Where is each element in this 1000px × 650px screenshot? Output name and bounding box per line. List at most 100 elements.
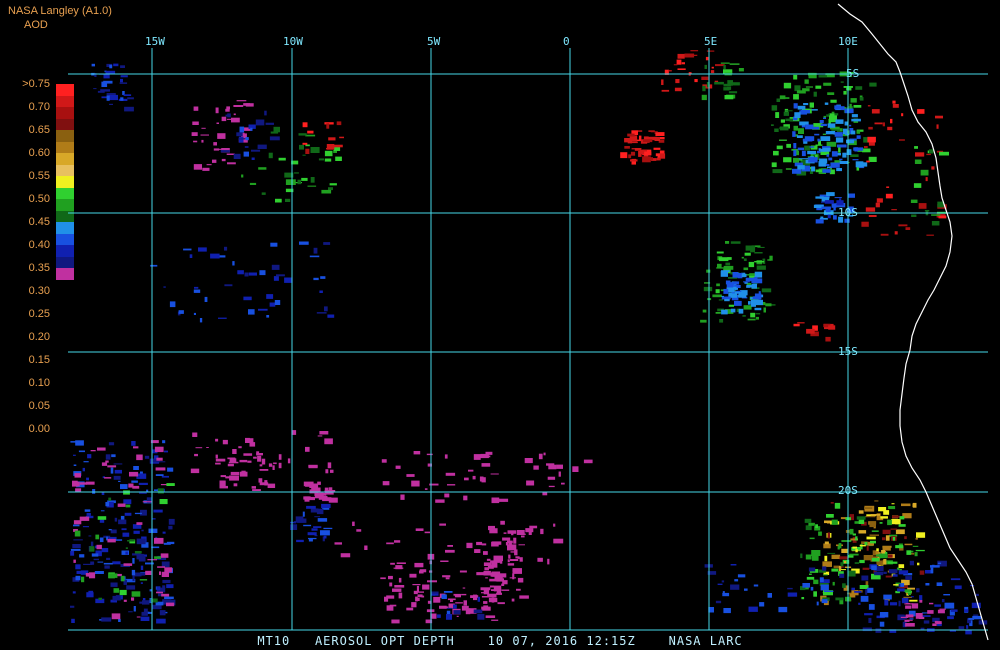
aerosol-pixel [71,618,75,623]
aerosol-pixel [75,488,82,492]
aerosol-pixel [117,503,126,507]
aerosol-pixel [890,118,893,124]
aerosol-pixel [101,462,108,466]
aerosol-pixel [533,465,539,470]
aerosol-pixel [142,600,150,605]
aerosol-pixel [113,63,119,67]
aerosol-pixel [521,535,525,538]
aerosol-pixel [912,502,917,508]
aerosol-pixel [258,308,268,311]
aerosol-pixel [547,476,556,480]
aerosol-pixel [90,541,94,547]
aerosol-pixel [456,615,459,617]
aerosol-pixel [868,617,872,623]
aerosol-pixel [81,576,85,583]
aerosol-pixel [198,247,207,252]
aerosol-pixel [947,616,954,620]
aerosol-pixel [491,571,501,577]
aerosol-pixel [314,516,320,518]
aerosol-pixel [796,135,803,138]
aerosol-pixel [542,492,548,496]
aerosol-pixel [910,550,914,553]
aerosol-pixel [70,548,81,551]
aerosol-pixel [803,103,809,106]
aerosol-pixel [718,299,723,301]
aerosol-pixel [835,137,844,143]
aerosol-pixel [827,214,831,219]
aerosol-pixel [132,558,135,564]
aerosol-pixel [487,455,491,458]
aerosol-pixel [470,595,479,598]
aerosol-pixel [82,467,85,472]
aerosol-pixel [500,520,505,525]
aerosol-pixel [110,582,118,587]
aerosol-pixel [882,529,891,534]
aerosol-pixel [892,537,896,541]
aerosol-pixel [714,81,724,85]
aerosol-pixel [75,440,84,446]
aerosol-pixel [140,616,150,621]
aerosol-pixel [317,518,328,522]
aerosol-pixel [101,81,108,87]
aerosol-pixel [313,247,318,254]
aerosol-pixel [245,137,249,141]
aerosol-pixel [79,554,85,558]
aerosol-pixel [99,619,102,621]
aerosol-pixel [751,283,757,289]
aerosol-pixel [677,68,686,70]
aerosol-pixel [627,133,635,137]
longitude-labels: 15W 10W 5W 0 5E 10E [145,35,858,48]
aerosol-pixel [909,618,914,620]
aerosol-pixel [805,525,812,531]
aerosol-pixel [858,530,867,534]
aerosol-pixel [141,529,144,532]
aerosol-pixel [495,578,504,582]
aerosol-pixel [445,577,450,580]
aerosol-pixel [125,547,128,549]
aerosol-pixel [163,542,171,545]
aerosol-pixel [125,504,131,508]
aerosol-pixel [443,591,453,593]
aerosol-pixel [93,88,97,90]
aerosol-pixel [887,519,892,526]
aerosol-pixel [884,599,889,606]
aerosol-pixel [227,162,236,165]
aerosol-pixel [111,454,116,458]
aerosol-pixel [483,551,488,555]
aerosol-pixel [105,70,116,74]
aerosol-pixel [885,575,892,578]
aerosol-pixel [95,534,100,540]
aerosol-pixel [706,269,711,273]
aerosol-pixel [411,602,417,608]
aerosol-pixel [865,589,868,595]
aerosol-pixel [120,97,124,101]
aerosol-pixel [839,573,845,578]
aerosol-pixel [630,159,638,162]
aerosol-pixel [738,308,744,314]
aerosol-pixel [105,454,111,460]
aerosol-pixel [825,200,834,204]
aerosol-pixel [538,453,543,460]
aerosol-pixel [890,528,898,530]
aerosol-pixel [193,164,202,170]
footer-caption: MT10 AEROSOL OPT DEPTH 10 07, 2016 12:15… [0,634,1000,648]
aerosol-pixel [805,554,812,560]
aerosol-pixel [191,132,198,136]
aerosol-pixel [823,82,832,86]
aerosol-pixel [119,82,128,84]
aerosol-pixel [248,272,257,276]
aerosol-pixel [159,571,161,575]
aerosol-pixel [719,319,724,323]
aerosol-pixel [813,91,817,97]
aerosol-pixel [491,541,502,545]
aerosol-pixel [287,458,291,464]
aerosol-pixel [800,110,810,114]
aerosol-pixel [139,579,148,581]
aerosol-pixel [836,200,844,206]
aerosol-pixel [491,589,499,591]
aerosol-pixel [194,453,198,457]
aerosol-pixel [898,570,909,575]
aerosol-pixel [859,97,864,101]
aerosol-pixel [313,277,319,281]
lon-label-0: 0 [563,35,570,48]
